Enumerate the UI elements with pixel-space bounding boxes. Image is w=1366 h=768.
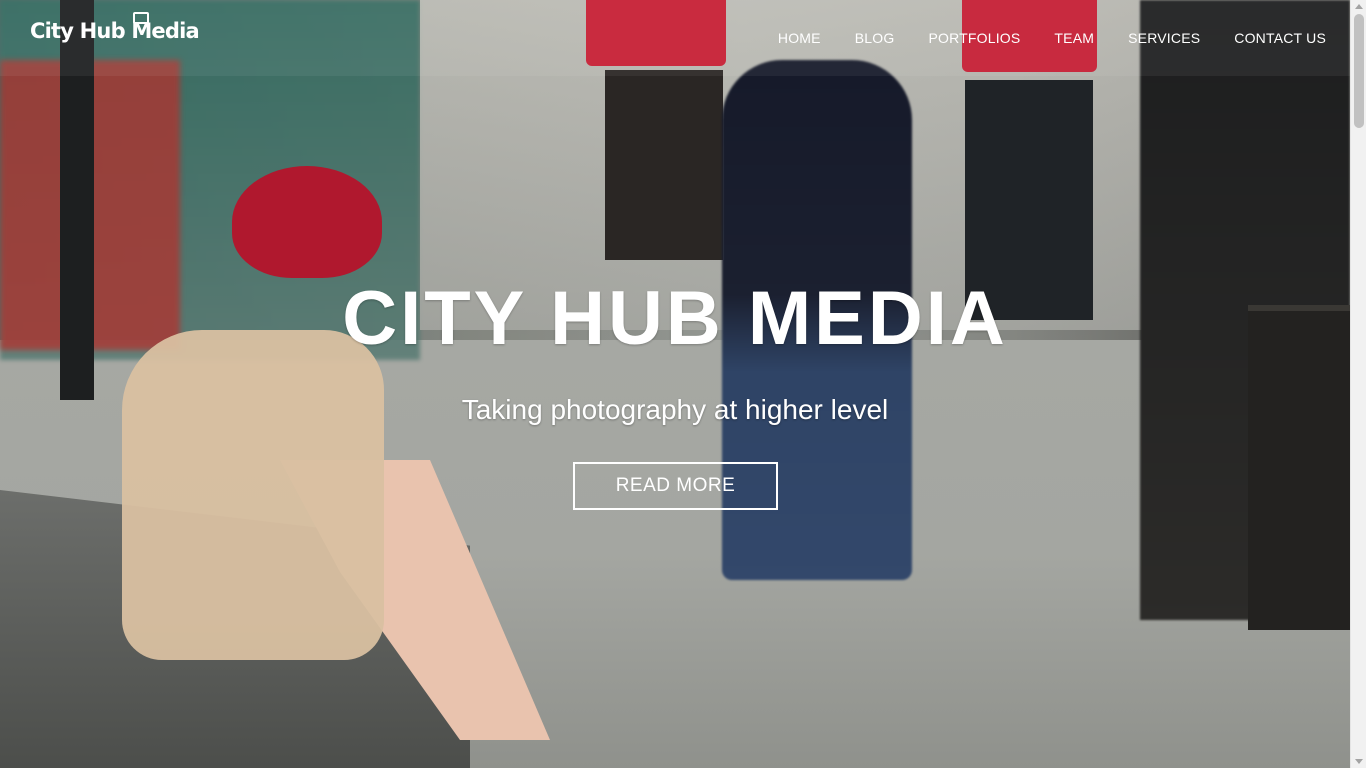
- scroll-down-icon[interactable]: [1355, 759, 1363, 764]
- site-logo[interactable]: City Hub Media: [30, 12, 200, 46]
- main-nav: HOME BLOG PORTFOLIOS TEAM SERVICES CONTA…: [761, 29, 1326, 47]
- read-more-button[interactable]: READ MORE: [573, 462, 778, 510]
- nav-item-contact-us[interactable]: CONTACT US: [1217, 29, 1326, 47]
- nav-item-services[interactable]: SERVICES: [1111, 29, 1217, 47]
- background-doorway: [605, 70, 723, 260]
- nav-item-home[interactable]: HOME: [761, 29, 838, 47]
- logo-text: City Hub Media: [30, 19, 200, 43]
- hero-subtitle: Taking photography at higher level: [461, 394, 889, 425]
- scroll-up-icon[interactable]: [1355, 4, 1363, 9]
- background-girl-hat: [232, 166, 382, 278]
- camera-bag-icon: [133, 12, 149, 24]
- scrollbar-thumb[interactable]: [1354, 14, 1364, 128]
- nav-item-blog[interactable]: BLOG: [838, 29, 912, 47]
- page-scrollbar[interactable]: [1350, 0, 1366, 768]
- hero-background: [0, 0, 1350, 768]
- hero-title: CITY HUB MEDIA: [342, 276, 1008, 361]
- background-girl-body: [122, 330, 384, 660]
- nav-item-team[interactable]: TEAM: [1037, 29, 1111, 47]
- nav-item-portfolios[interactable]: PORTFOLIOS: [911, 29, 1037, 47]
- top-navbar: City Hub Media HOME BLOG PORTFOLIOS TEAM…: [0, 0, 1350, 76]
